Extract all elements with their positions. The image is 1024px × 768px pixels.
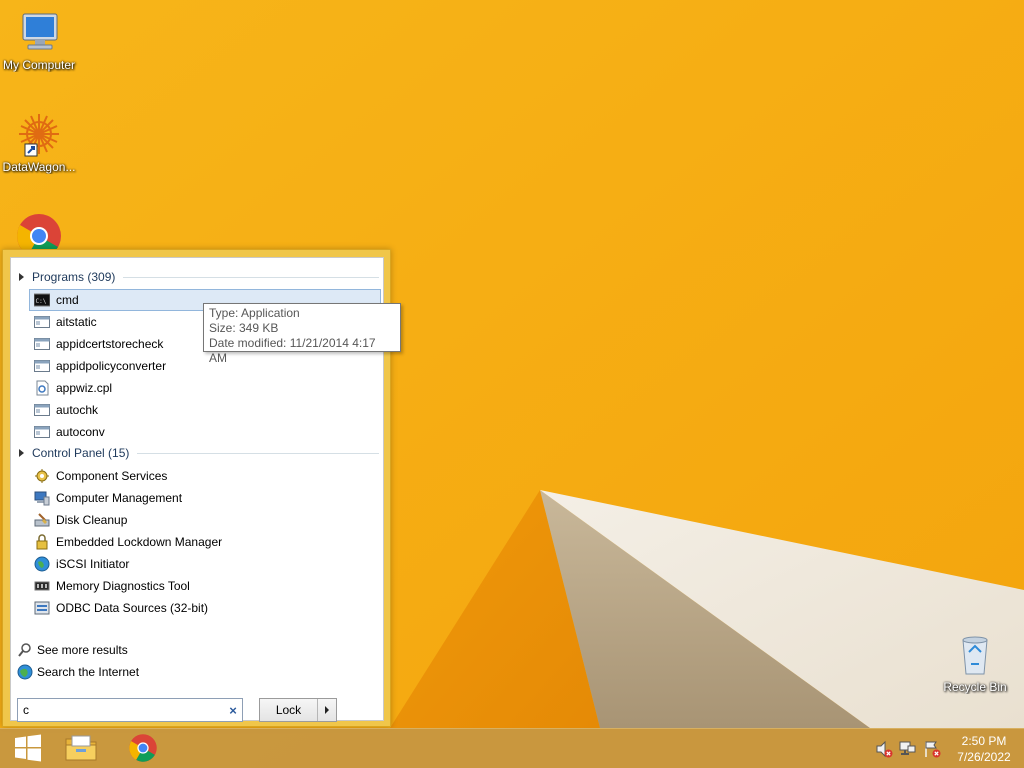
volume-muted-icon[interactable] — [874, 739, 894, 759]
windows-logo-icon — [14, 734, 42, 765]
desktop-icon-label: DataWagon... — [2, 160, 76, 174]
search-input[interactable] — [23, 703, 224, 717]
result-computer-management[interactable]: Computer Management — [29, 487, 381, 509]
result-label: Disk Cleanup — [56, 513, 128, 527]
result-label: Memory Diagnostics Tool — [56, 579, 190, 593]
desktop-icon-my-computer[interactable]: My Computer — [0, 8, 78, 72]
search-box[interactable]: × — [17, 698, 243, 722]
expand-icon — [19, 273, 24, 281]
app-icon — [34, 402, 50, 418]
desktop-icon-label: My Computer — [2, 58, 76, 72]
programs-group-header[interactable]: Programs (309) — [19, 268, 379, 286]
result-label: autochk — [56, 403, 99, 417]
action-center-flag-icon[interactable] — [922, 739, 942, 759]
result-label: appidpolicyconverter — [56, 359, 167, 373]
disk-cleanup-icon — [34, 512, 50, 528]
result-label: Computer Management — [56, 491, 183, 505]
see-more-label: See more results — [37, 643, 128, 657]
app-icon — [34, 336, 50, 352]
result-label: appwiz.cpl — [56, 381, 113, 395]
chrome-icon — [128, 733, 158, 766]
tooltip-size: Size: 349 KB — [209, 321, 279, 335]
lock-button-main[interactable]: Lock — [260, 699, 318, 721]
result-label: Embedded Lockdown Manager — [56, 535, 223, 549]
programs-header-label: Programs (309) — [32, 270, 116, 284]
svg-text:C:\: C:\ — [36, 298, 47, 305]
component-services-icon — [34, 468, 50, 484]
lock-button-label: Lock — [275, 703, 302, 717]
recycle-bin-icon — [951, 630, 999, 678]
result-component-services[interactable]: Component Services — [29, 465, 381, 487]
computer-icon — [15, 8, 63, 56]
result-autoconv[interactable]: autoconv — [29, 421, 381, 443]
globe-icon — [34, 556, 50, 572]
clock-time: 2:50 PM — [961, 734, 1007, 748]
computer-management-icon — [34, 490, 50, 506]
result-odbc-data-sources[interactable]: ODBC Data Sources (32-bit) — [29, 597, 381, 619]
result-embedded-lockdown-manager[interactable]: Embedded Lockdown Manager — [29, 531, 381, 553]
result-iscsi-initiator[interactable]: iSCSI Initiator — [29, 553, 381, 575]
clock-date: 7/26/2022 — [957, 750, 1011, 764]
desktop-icon-label: Recycle Bin — [943, 680, 1007, 694]
result-label: autoconv — [56, 425, 105, 439]
lock-icon — [34, 534, 50, 550]
result-label: iSCSI Initiator — [56, 557, 130, 571]
chevron-right-icon — [325, 706, 329, 714]
control-panel-group-header[interactable]: Control Panel (15) — [19, 444, 379, 462]
divider — [137, 452, 379, 454]
cmd-icon: C:\ — [33, 292, 51, 308]
taskbar-chrome[interactable] — [115, 729, 171, 768]
clear-search-icon[interactable]: × — [224, 703, 242, 718]
expand-icon — [19, 449, 24, 457]
app-icon — [34, 424, 50, 440]
desktop-icon-recycle-bin[interactable]: Recycle Bin — [936, 630, 1014, 694]
tooltip-date-modified: Date modified: 11/21/2014 4:17 AM — [209, 336, 376, 365]
network-icon[interactable] — [898, 739, 918, 759]
divider — [123, 276, 379, 278]
result-appwiz[interactable]: appwiz.cpl — [29, 377, 381, 399]
start-button[interactable] — [0, 729, 56, 768]
taskbar-clock[interactable]: 2:50 PM 7/26/2022 — [944, 733, 1024, 765]
search-icon — [17, 642, 33, 658]
power-options-arrow-button[interactable] — [318, 699, 336, 721]
cpl-icon — [34, 380, 50, 396]
result-memory-diagnostics-tool[interactable]: Memory Diagnostics Tool — [29, 575, 381, 597]
app-icon — [34, 358, 50, 374]
system-tray: 2:50 PM 7/26/2022 — [872, 729, 1024, 768]
desktop-icon-datawagon[interactable]: DataWagon... — [0, 110, 78, 174]
search-internet-link[interactable]: Search the Internet — [17, 661, 139, 683]
result-label: appidcertstorecheck — [56, 337, 164, 351]
lock-button[interactable]: Lock — [259, 698, 337, 722]
result-label: cmd — [56, 293, 79, 307]
control-panel-header-label: Control Panel (15) — [32, 446, 130, 460]
result-autochk[interactable]: autochk — [29, 399, 381, 421]
memory-icon — [34, 578, 50, 594]
result-label: Component Services — [56, 469, 168, 483]
internet-icon — [17, 664, 33, 680]
search-internet-label: Search the Internet — [37, 665, 140, 679]
app-icon — [34, 314, 50, 330]
taskbar-file-explorer[interactable] — [53, 729, 109, 768]
result-disk-cleanup[interactable]: Disk Cleanup — [29, 509, 381, 531]
see-more-results-link[interactable]: See more results — [17, 639, 128, 661]
taskbar: 2:50 PM 7/26/2022 — [0, 728, 1024, 768]
result-label: ODBC Data Sources (32-bit) — [56, 601, 209, 615]
database-icon — [34, 600, 50, 616]
folder-icon — [64, 733, 98, 766]
result-label: aitstatic — [56, 315, 97, 329]
datawagon-icon — [15, 110, 63, 158]
file-info-tooltip: Type: Application Size: 349 KB Date modi… — [203, 303, 401, 365]
tooltip-type: Type: Application — [209, 306, 300, 320]
